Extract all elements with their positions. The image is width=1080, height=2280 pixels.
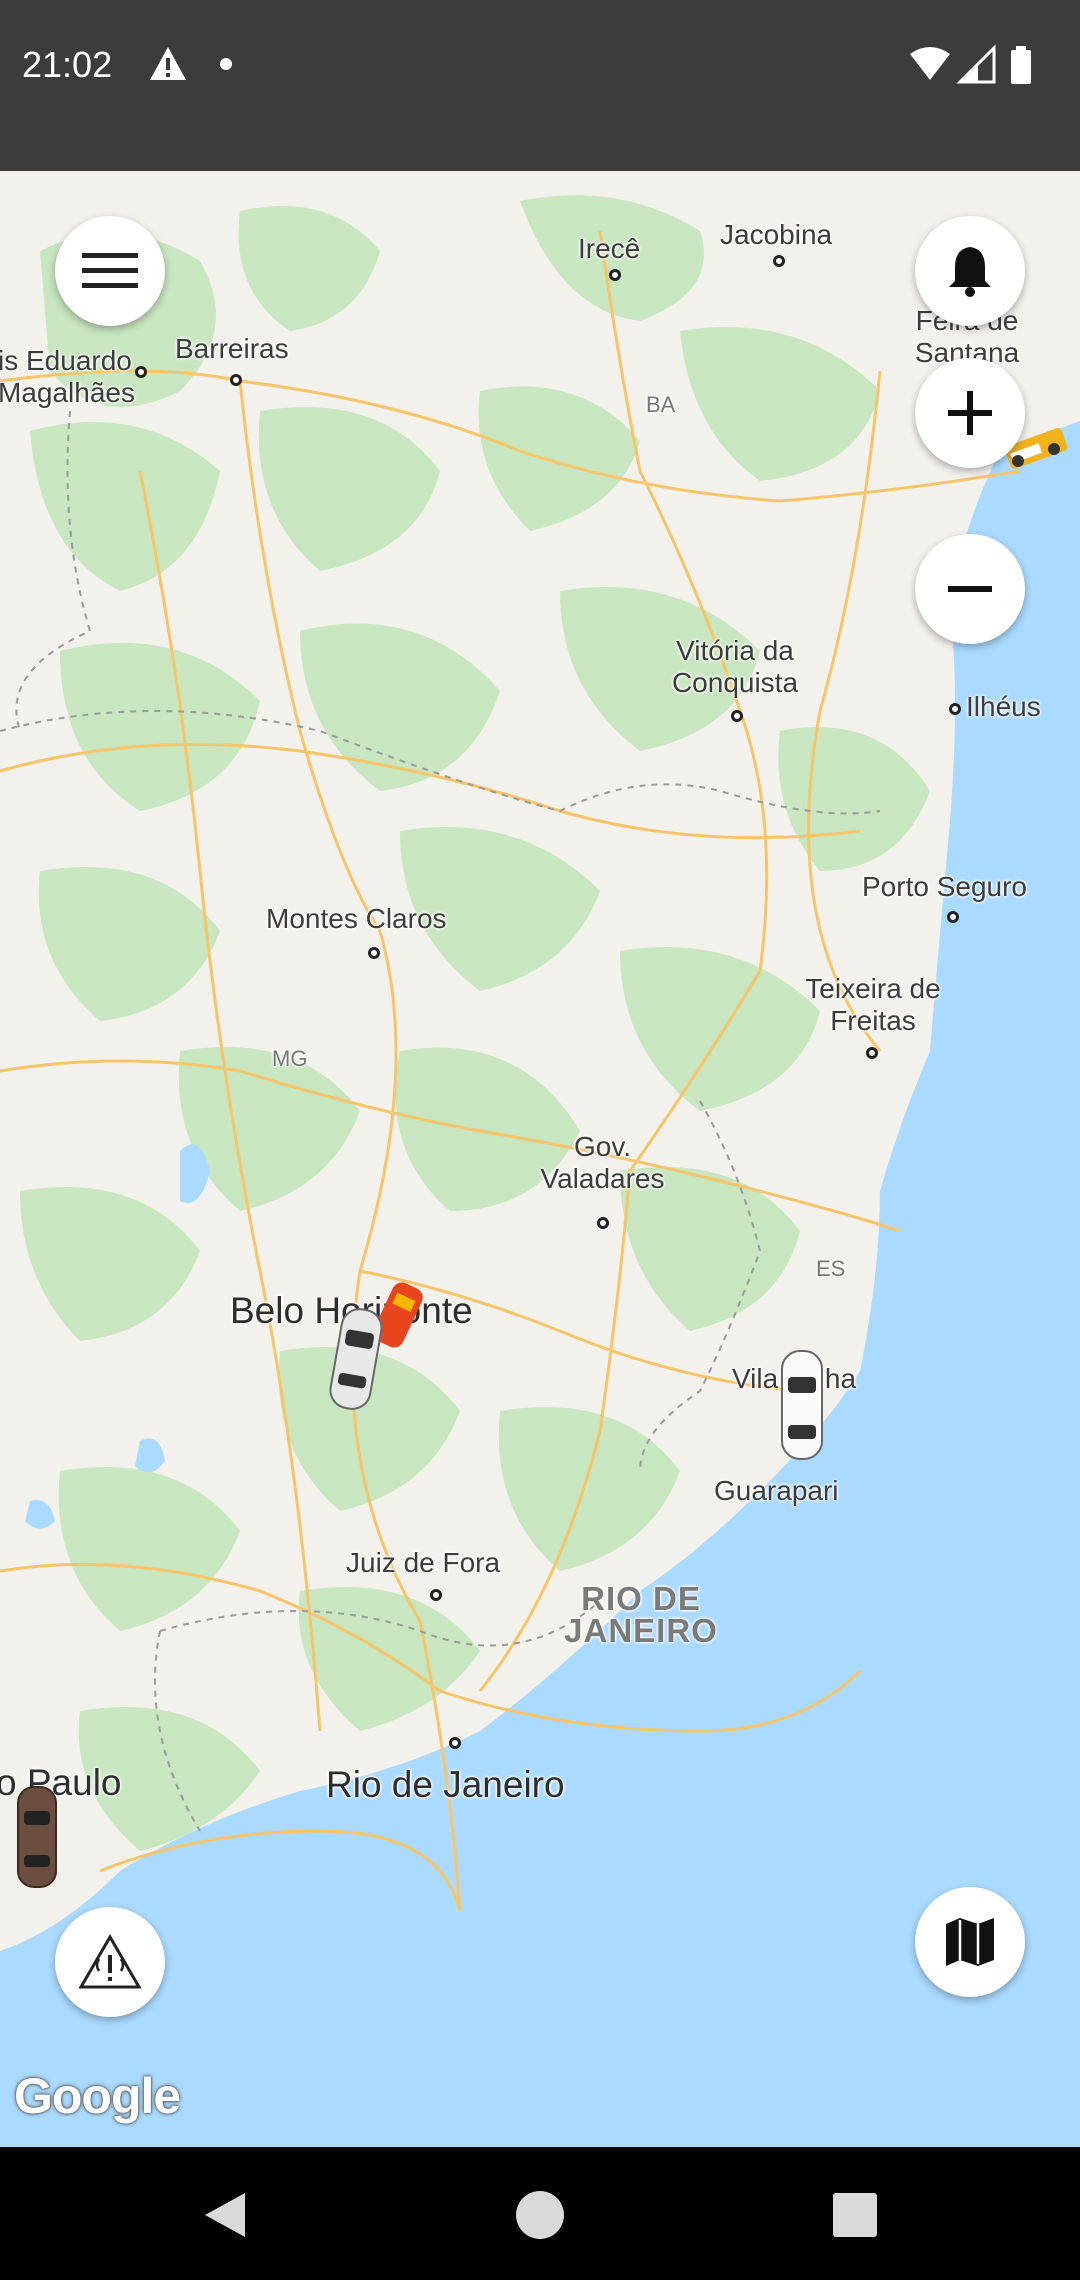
map-icon [946,1918,994,1966]
state-label-es: ES [816,1256,846,1281]
city-marker [866,1047,878,1059]
plus-icon [948,391,992,435]
notification-dot-icon [220,58,232,70]
notifications-button[interactable] [915,216,1025,326]
zoom-in-button[interactable] [915,358,1025,468]
home-icon[interactable] [512,2187,568,2243]
city-label-porto-seguro: Porto Seguro [862,871,1027,902]
back-icon[interactable] [197,2187,253,2243]
state-label-rio-de-janeiro: RIO DE JANEIRO [564,1580,718,1649]
status-icons [910,44,1031,84]
city-label-montes-claros: Montes Claros [266,903,447,934]
city-label-ilheus: Ilhéus [966,691,1041,722]
city-label-teixeira-de-freitas: Teixeira de Freitas [805,973,941,1036]
city-label-luis-eduardo-magalhaes: is Eduardo Magalhães [0,345,135,408]
city-label-gov-valadares: Gov. Valadares [540,1131,665,1194]
city-marker [430,1589,442,1601]
zoom-out-button[interactable] [915,534,1025,644]
city-label-juiz-de-fora: Juiz de Fora [346,1547,501,1578]
wifi-icon [910,47,950,80]
city-marker [135,366,147,378]
city-label-vitoria-da-conquista: Vitória da Conquista [671,635,799,698]
city-marker [368,947,380,959]
city-marker [731,710,743,722]
city-marker [230,374,242,386]
cellular-signal-icon [956,44,996,84]
city-label-barreiras: Barreiras [175,333,289,364]
menu-icon [82,253,138,288]
minus-icon [948,586,992,592]
navigation-bar [0,2147,1080,2280]
map-type-button[interactable] [915,1887,1025,1997]
city-marker [609,269,621,281]
recents-icon[interactable] [827,2187,883,2243]
city-marker [947,911,959,923]
city-marker [597,1217,609,1229]
city-marker [949,703,961,715]
car-brown-vehicle-icon[interactable] [10,1783,64,1893]
alert-broadcast-button[interactable] [55,1907,165,2017]
warning-broadcast-icon [78,1934,142,1989]
state-label-mg: MG [272,1046,308,1071]
menu-button[interactable] [55,216,165,326]
bell-icon [949,247,991,297]
status-bar: 21:02 [0,0,1080,171]
city-marker [773,255,785,267]
battery-icon [1011,46,1031,84]
warning-icon [150,47,186,80]
google-attribution-logo: Google [14,2068,181,2124]
car-white-vehicle-icon[interactable] [772,1347,832,1467]
city-label-rio-de-janeiro: Rio de Janeiro [326,1764,565,1805]
status-time: 21:02 [22,44,113,85]
city-label-irece: Irecê [578,233,641,264]
city-label-jacobina: Jacobina [720,219,833,250]
map-view[interactable]: Irecê Jacobina Feira de Santana is Eduar… [0,171,1080,2147]
city-marker [449,1737,461,1749]
city-label-guarapari: Guarapari [714,1475,839,1506]
state-label-ba: BA [646,392,676,417]
car-white-vehicle-icon[interactable] [326,1301,386,1421]
